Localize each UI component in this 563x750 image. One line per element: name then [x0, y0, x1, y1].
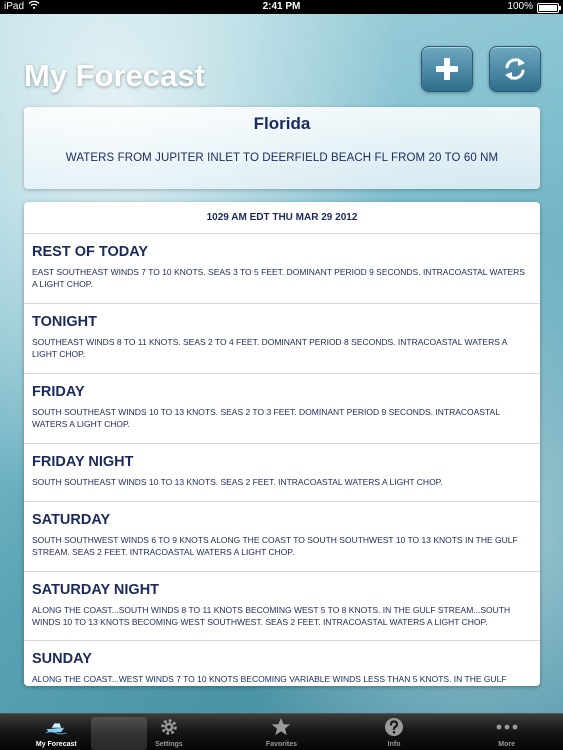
tab-bar: My Forecast Settings Favorites Info More [0, 713, 563, 750]
period-text: ALONG THE COAST...WEST WINDS 7 TO 10 KNO… [32, 674, 507, 684]
period-text: SOUTH SOUTHWEST WINDS 6 TO 9 KNOTS ALONG… [32, 535, 518, 557]
location-name: Florida [253, 114, 311, 133]
period-text: SOUTHEAST WINDS 8 TO 11 KNOTS. SEAS 2 TO… [32, 337, 508, 359]
forecast-period: SUNDAY ALONG THE COAST...WEST WINDS 7 TO… [24, 641, 540, 686]
forecast-issued-time: 1029 AM EDT THU MAR 29 2012 [24, 202, 540, 234]
tab-more[interactable]: More [450, 714, 563, 750]
forecast-period: FRIDAY SOUTH SOUTHEAST WINDS 10 TO 13 KN… [24, 374, 540, 444]
period-name: TONIGHT [32, 314, 97, 330]
period-name: SATURDAY NIGHT [32, 582, 160, 598]
period-name: SATURDAY [32, 512, 111, 528]
tab-label: My Forecast [35, 741, 77, 748]
refresh-icon [505, 58, 525, 80]
battery-percent: 100% [507, 1, 533, 12]
tab-label: More [498, 741, 516, 748]
period-text: EAST SOUTHEAST WINDS 7 TO 10 KNOTS. SEAS… [32, 267, 525, 289]
period-name: FRIDAY [32, 384, 85, 400]
forecast-period: TONIGHT SOUTHEAST WINDS 8 TO 11 KNOTS. S… [24, 304, 540, 374]
period-text: ALONG THE COAST...SOUTH WINDS 8 TO 11 KN… [32, 605, 511, 627]
forecast-period: SATURDAY SOUTH SOUTHWEST WINDS 6 TO 9 KN… [24, 502, 540, 572]
page-title: My Forecast [24, 58, 205, 93]
tab-settings[interactable]: Settings [113, 714, 226, 750]
gear-icon [158, 717, 180, 737]
tab-my-forecast[interactable]: My Forecast [0, 714, 147, 750]
period-text: SOUTH SOUTHEAST WINDS 10 TO 13 KNOTS. SE… [32, 407, 500, 429]
forecast-period: SATURDAY NIGHT ALONG THE COAST...SOUTH W… [24, 572, 540, 641]
status-time: 2:41 PM [262, 1, 301, 12]
question-icon [383, 717, 405, 737]
tab-label: Settings [155, 741, 183, 748]
battery-icon [537, 3, 561, 13]
star-icon [270, 717, 292, 737]
status-bar: iPad 2:41 PM 100% [0, 0, 563, 14]
more-dots-icon [496, 717, 518, 737]
period-text: SOUTH SOUTHEAST WINDS 10 TO 13 KNOTS. SE… [32, 477, 443, 487]
period-name: REST OF TODAY [32, 244, 149, 260]
period-name: FRIDAY NIGHT [32, 454, 134, 470]
period-name: SUNDAY [32, 651, 92, 667]
location-panel: Florida WATERS FROM JUPITER INLET TO DEE… [24, 107, 540, 189]
plus-icon [436, 58, 458, 80]
tab-label: Info [387, 741, 401, 748]
tab-label: Favorites [265, 741, 298, 748]
status-right: 100% [507, 0, 561, 14]
tab-info[interactable]: Info [338, 714, 451, 750]
boat-icon [45, 717, 67, 737]
add-location-button[interactable] [421, 46, 473, 92]
forecast-period: FRIDAY NIGHT SOUTH SOUTHEAST WINDS 10 TO… [24, 444, 540, 502]
battery-fill [539, 5, 557, 11]
refresh-button[interactable] [489, 46, 541, 92]
location-description: WATERS FROM JUPITER INLET TO DEERFIELD B… [65, 152, 499, 164]
forecast-panel[interactable]: 1029 AM EDT THU MAR 29 2012 REST OF TODA… [24, 202, 540, 686]
tab-favorites[interactable]: Favorites [225, 714, 338, 750]
forecast-period: REST OF TODAY EAST SOUTHEAST WINDS 7 TO … [24, 234, 540, 304]
